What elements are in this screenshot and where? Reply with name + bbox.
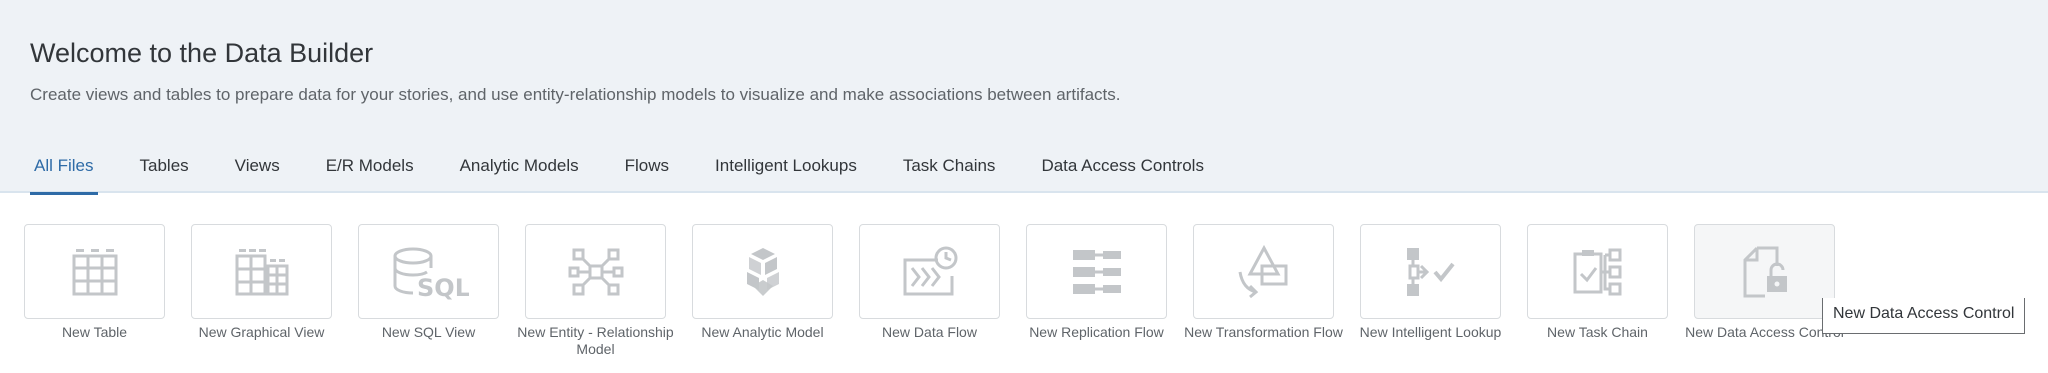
replication-flow-icon (1072, 249, 1121, 294)
tile-label: New Transformation Flow (1184, 324, 1343, 340)
tab-all-files[interactable]: All Files (30, 145, 98, 195)
tooltip: New Data Access Control (1822, 298, 2026, 334)
tile-label: New Table (61, 324, 128, 340)
tab-task-chains[interactable]: Task Chains (899, 145, 1000, 193)
new-analytic-model-tile[interactable]: New Analytic Model (692, 224, 833, 358)
new-data-flow-button[interactable] (859, 224, 1000, 319)
new-sql-view-button[interactable]: SQL (358, 224, 499, 319)
analytic-model-icon (746, 247, 779, 296)
new-task-chain-tile[interactable]: New Task Chain (1527, 224, 1668, 358)
tab-flows[interactable]: Flows (621, 145, 673, 193)
new-graphical-view-tile[interactable]: New Graphical View (191, 224, 332, 358)
tab-data-access-controls[interactable]: Data Access Controls (1037, 145, 1208, 193)
page-subtitle: Create views and tables to prepare data … (30, 85, 1121, 104)
new-er-model-button[interactable] (525, 224, 666, 319)
tab-views[interactable]: Views (231, 145, 284, 193)
new-analytic-model-button[interactable] (692, 224, 833, 319)
tile-label: New Entity - Relationship Model (517, 324, 674, 357)
intelligent-lookup-icon (1406, 247, 1455, 296)
create-tiles: New Table New Graphical View SQL New SQL… (24, 224, 1861, 358)
page-title: Welcome to the Data Builder (30, 38, 374, 68)
tile-label: New Graphical View (198, 324, 325, 340)
tab-er-models[interactable]: E/R Models (322, 145, 418, 193)
table-icon (72, 248, 117, 295)
new-transformation-flow-tile[interactable]: New Transformation Flow (1184, 224, 1343, 358)
tile-label: New Task Chain (1547, 324, 1648, 340)
new-data-flow-tile[interactable]: New Data Flow (859, 224, 1000, 358)
data-flow-icon (903, 246, 957, 295)
new-intelligent-lookup-button[interactable] (1360, 224, 1501, 319)
task-chain-icon (1573, 248, 1621, 295)
new-task-chain-button[interactable] (1527, 224, 1668, 319)
new-intelligent-lookup-tile[interactable]: New Intelligent Lookup (1360, 224, 1501, 358)
new-replication-flow-tile[interactable]: New Replication Flow (1026, 224, 1167, 358)
sql-view-icon: SQL (393, 247, 469, 302)
tab-intelligent-lookups[interactable]: Intelligent Lookups (711, 145, 861, 193)
tile-label: New Intelligent Lookup (1359, 324, 1502, 340)
new-replication-flow-button[interactable] (1026, 224, 1167, 319)
new-table-tile[interactable]: New Table (24, 224, 165, 358)
new-table-button[interactable] (24, 224, 165, 319)
tile-label: New SQL View (381, 324, 476, 340)
transformation-flow-icon (1238, 244, 1287, 298)
tile-label: New Analytic Model (701, 324, 824, 340)
svg-text:SQL: SQL (417, 274, 469, 302)
data-access-control-icon (1743, 246, 1787, 297)
new-graphical-view-button[interactable] (191, 224, 332, 319)
new-sql-view-tile[interactable]: SQL New SQL View (358, 224, 499, 358)
tab-bar: All Files Tables Views E/R Models Analyt… (30, 145, 1246, 195)
tile-label: New Data Access Control (1685, 324, 1844, 340)
tile-label: New Data Flow (882, 324, 977, 340)
tab-analytic-models[interactable]: Analytic Models (456, 145, 583, 193)
graphical-view-icon (235, 248, 288, 295)
new-data-access-control-button[interactable] (1694, 224, 1835, 319)
new-transformation-flow-button[interactable] (1193, 224, 1334, 319)
new-data-access-control-tile[interactable]: New Data Access Control (1685, 224, 1844, 358)
page-header: Welcome to the Data Builder Create views… (0, 0, 2048, 195)
tab-tables[interactable]: Tables (136, 145, 193, 193)
new-er-model-tile[interactable]: New Entity - Relationship Model (517, 224, 674, 358)
tile-label: New Replication Flow (1029, 324, 1164, 340)
er-model-icon (568, 248, 623, 295)
